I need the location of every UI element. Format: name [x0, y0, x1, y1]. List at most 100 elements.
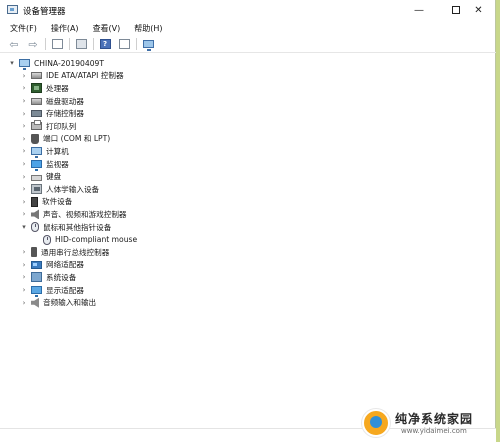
tree-item-label: 鼠标和其他指针设备 [43, 222, 112, 232]
disk-controller-icon [31, 72, 42, 80]
tree-item-label: 键盘 [46, 172, 62, 182]
tree-item-computer[interactable]: › 计算机 [20, 145, 69, 159]
tree-item-ports[interactable]: › 端口 (COM 和 LPT) [20, 133, 110, 146]
network-adapter-icon [31, 260, 42, 269]
tree-item-sound[interactable]: › 声音、视频和游戏控制器 [20, 208, 127, 221]
tree-item-label: 显示适配器 [46, 285, 84, 295]
tree-item-hid[interactable]: › 人体学输入设备 [20, 183, 99, 196]
device-manager-icon [7, 5, 18, 14]
properties-icon [51, 39, 63, 49]
tree-item-audio-io[interactable]: › 音频输入和输出 [20, 296, 96, 309]
toolbar-divider [136, 38, 137, 50]
chevron-right-icon[interactable]: › [20, 83, 28, 93]
watermark-title: 纯净系统家园 [395, 412, 474, 426]
computer-icon [31, 147, 42, 159]
tree-item-usb[interactable]: › 通用串行总线控制器 [20, 246, 109, 259]
forward-icon: ⇨ [28, 37, 38, 51]
hid-icon [31, 184, 42, 195]
chevron-right-icon[interactable]: › [20, 209, 28, 219]
chevron-right-icon[interactable]: › [20, 146, 28, 156]
mouse-icon [43, 234, 51, 245]
sound-icon [31, 209, 39, 220]
tree-item-disk-drives[interactable]: › 磁盘驱动器 [20, 95, 84, 108]
chevron-right-icon[interactable]: › [20, 71, 28, 81]
view-button[interactable] [74, 37, 88, 51]
watermark-logo [362, 409, 390, 437]
chevron-down-icon[interactable]: ▾ [20, 222, 28, 232]
chevron-right-icon[interactable]: › [20, 260, 28, 270]
tree-item-label: 端口 (COM 和 LPT) [43, 134, 111, 144]
processor-icon [31, 83, 42, 94]
tree-item-label: IDE ATA/ATAPI 控制器 [46, 71, 124, 81]
properties-button[interactable] [50, 37, 64, 51]
tree-item-label: 存储控制器 [46, 109, 84, 119]
chevron-right-icon[interactable]: › [20, 184, 28, 194]
tree-item-software-devices[interactable]: › 软件设备 [20, 196, 72, 209]
disk-drive-icon [31, 97, 42, 105]
tree-item-processor[interactable]: › 处理器 [20, 82, 69, 95]
tree-item-keyboards[interactable]: › 键盘 [20, 170, 62, 183]
computer-icon [19, 59, 30, 71]
chevron-right-icon[interactable]: › [20, 247, 28, 257]
chevron-right-icon[interactable]: › [20, 197, 28, 207]
device-tree: ▾ CHINA-20190409T › IDE ATA/ATAPI 控制器 › … [0, 54, 496, 442]
chevron-right-icon[interactable]: › [20, 134, 28, 144]
tree-item-system-devices[interactable]: › 系统设备 [20, 271, 76, 284]
chevron-right-icon[interactable]: › [20, 298, 28, 308]
chevron-right-icon[interactable]: › [20, 96, 28, 106]
menu-file[interactable]: 文件(F) [10, 23, 37, 34]
tree-item-network[interactable]: › 网络适配器 [20, 259, 84, 272]
tree-item-label: 网络适配器 [46, 260, 84, 270]
tree-item-label: 磁盘驱动器 [46, 96, 84, 106]
audio-io-icon [31, 297, 39, 308]
tree-item-mice[interactable]: ▾ 鼠标和其他指针设备 [20, 221, 111, 234]
system-device-icon [31, 272, 42, 283]
chevron-right-icon[interactable]: › [20, 121, 28, 131]
menu-action[interactable]: 操作(A) [51, 23, 79, 34]
usb-icon [31, 247, 37, 258]
port-icon [31, 133, 39, 144]
display-adapter-icon [31, 286, 42, 298]
tree-item-label: 软件设备 [42, 197, 73, 207]
forward-button[interactable]: ⇨ [26, 37, 40, 51]
chevron-down-icon[interactable]: ▾ [8, 58, 16, 68]
tree-item-label: 监视器 [46, 159, 69, 169]
list-button[interactable] [117, 37, 131, 51]
help-button[interactable]: ? [98, 37, 112, 51]
menu-bar: 文件(F) 操作(A) 查看(V) 帮助(H) [0, 21, 496, 35]
device-manager-window: 设备管理器 — ✕ 文件(F) 操作(A) 查看(V) 帮助(H) ⇦ ⇨ ? … [0, 0, 496, 442]
tree-item-display[interactable]: › 显示适配器 [20, 284, 84, 298]
printer-icon [31, 120, 42, 131]
chevron-right-icon[interactable]: › [20, 159, 28, 169]
storage-controller-icon [31, 110, 42, 118]
minimize-button[interactable]: — [400, 0, 438, 20]
tree-subitem-hid-mouse[interactable]: HID-compliant mouse [40, 233, 137, 246]
chevron-right-icon[interactable]: › [20, 285, 28, 295]
toolbar-divider [69, 38, 70, 50]
tree-item-ide[interactable]: › IDE ATA/ATAPI 控制器 [20, 70, 124, 83]
view-icon [75, 39, 87, 49]
menu-view[interactable]: 查看(V) [93, 23, 121, 34]
tree-item-label: HID-compliant mouse [55, 235, 138, 245]
back-button[interactable]: ⇦ [7, 37, 21, 51]
tree-item-label: 系统设备 [46, 272, 77, 282]
keyboard-icon [31, 174, 42, 181]
chevron-right-icon[interactable]: › [20, 272, 28, 282]
menu-help[interactable]: 帮助(H) [134, 23, 162, 34]
tree-item-label: 人体学输入设备 [46, 184, 100, 194]
tree-item-print-queue[interactable]: › 打印队列 [20, 120, 76, 133]
tree-root[interactable]: ▾ CHINA-20190409T [8, 57, 104, 71]
chevron-right-icon[interactable]: › [20, 172, 28, 182]
back-icon: ⇦ [9, 37, 19, 51]
scan-monitor-icon [142, 40, 154, 51]
list-icon [118, 39, 130, 49]
tree-item-label: 处理器 [46, 83, 69, 93]
tree-item-label: 打印队列 [46, 121, 77, 131]
window-title: 设备管理器 [23, 7, 66, 17]
tree-item-monitors[interactable]: › 监视器 [20, 158, 69, 172]
scan-hardware-button[interactable] [141, 37, 155, 51]
tree-item-storage[interactable]: › 存储控制器 [20, 107, 84, 120]
chevron-right-icon[interactable]: › [20, 109, 28, 119]
tree-item-label: 通用串行总线控制器 [41, 247, 110, 257]
close-button[interactable]: ✕ [461, 0, 496, 20]
